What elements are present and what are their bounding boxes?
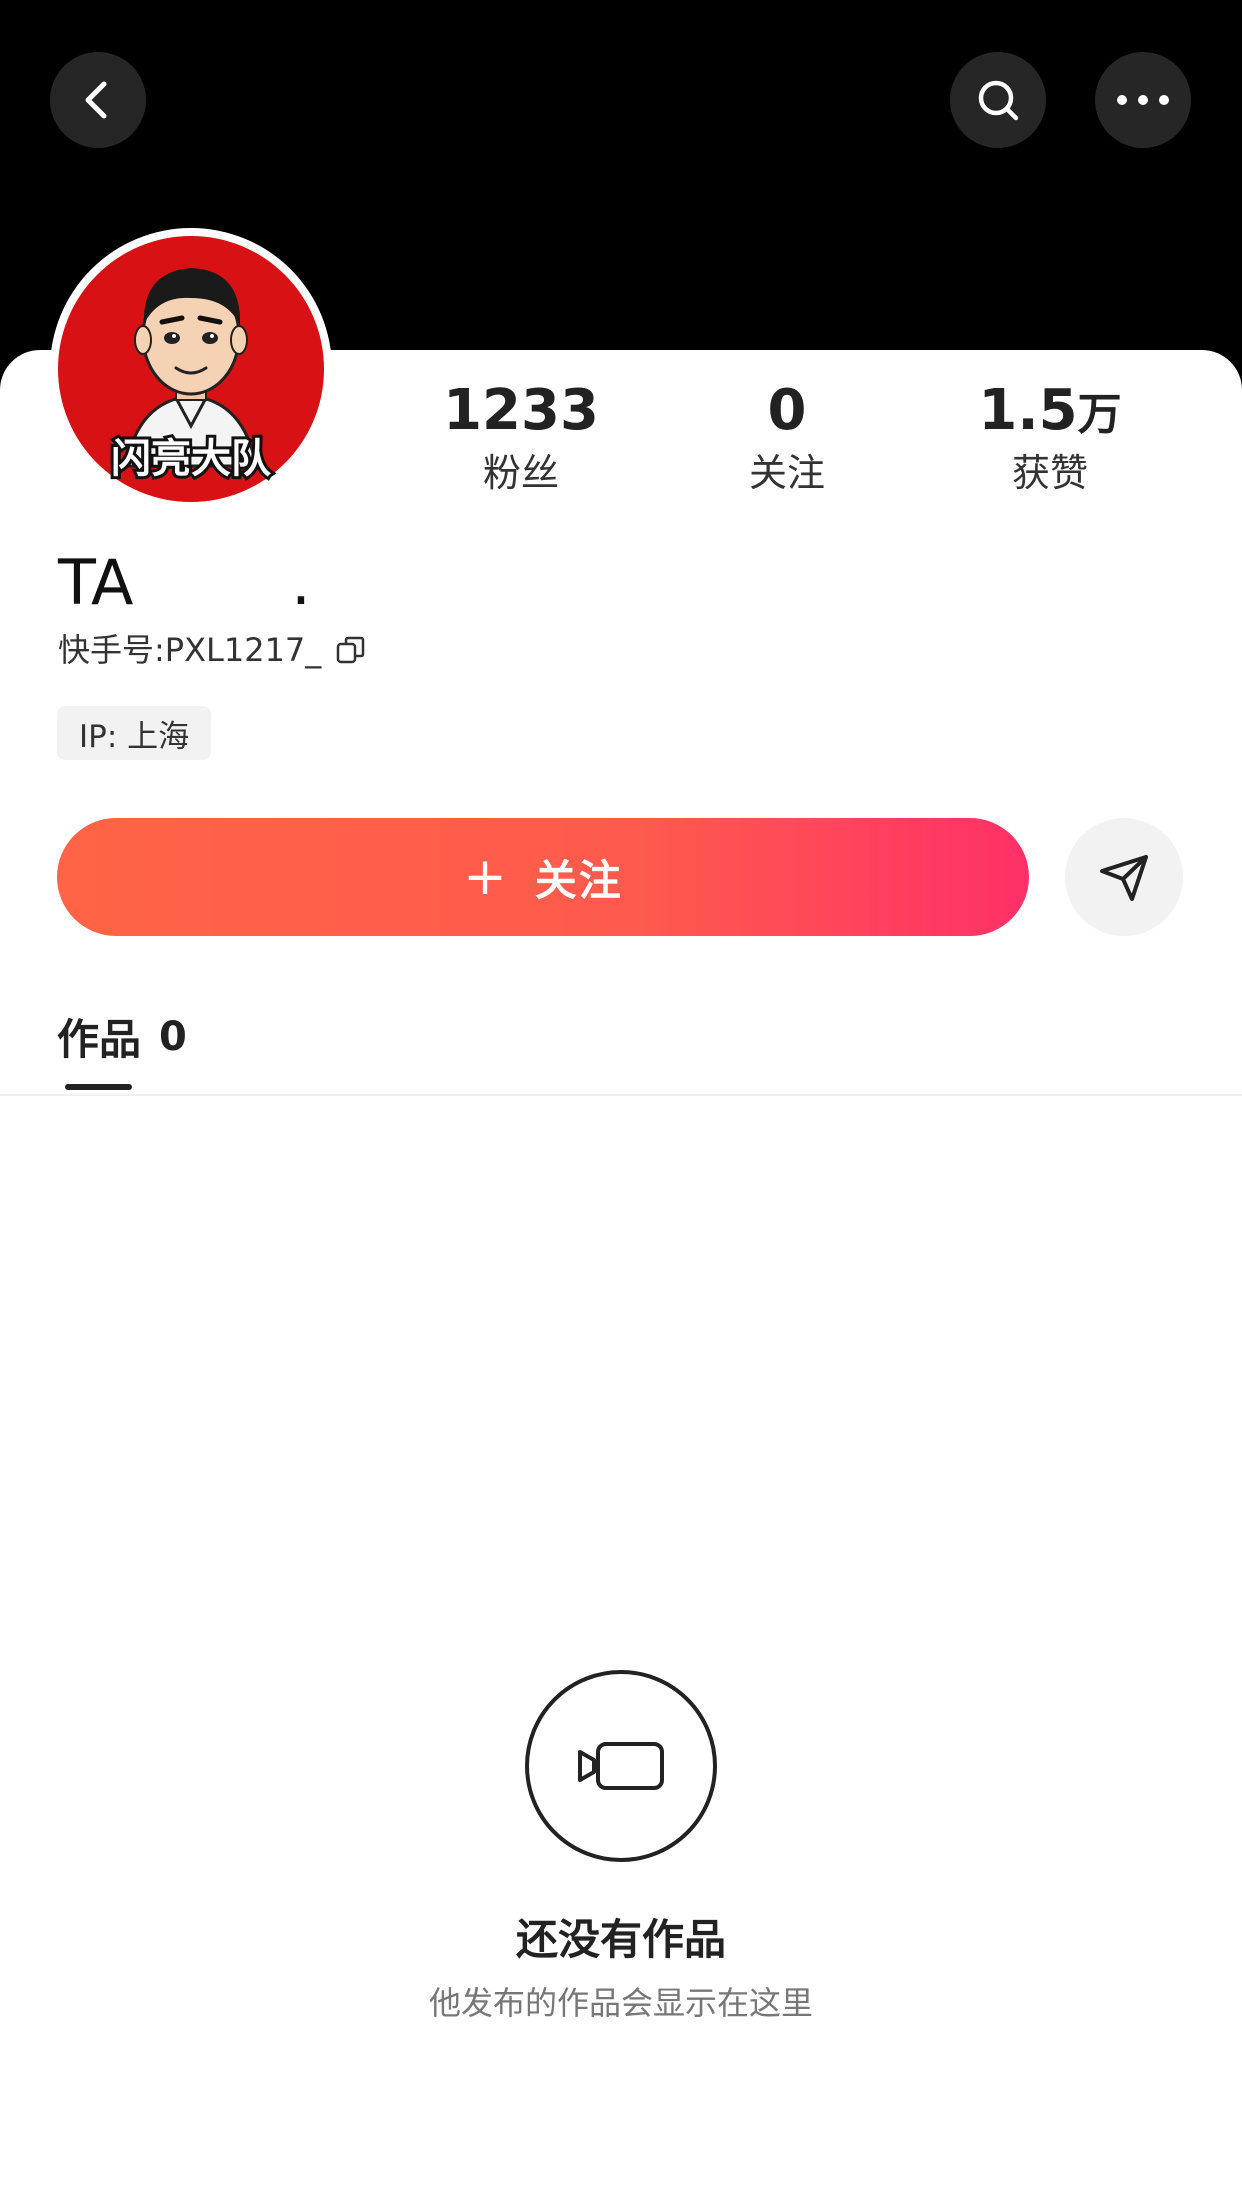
stat-likes-label: 获赞 [1011,451,1088,495]
user-id-value: PXL1217_ [164,631,322,669]
stat-likes-value: 1.5万 [978,378,1122,443]
profile-page: 闪亮大队 1233 粉丝 0 关注 1.5万 获赞 TA . 快手号: PXL1… [0,0,1242,2208]
stat-following-value: 0 [767,378,807,443]
video-camera-icon [578,1742,664,1790]
user-id-label: 快手号: [58,631,165,669]
tab-works-label: 作品 [57,1015,142,1064]
empty-state-subtitle: 他发布的作品会显示在这里 [428,1984,813,2022]
follow-button-label: 关注 [534,855,623,905]
avatar-image: 闪亮大队 [58,236,324,502]
ip-location-tag: IP: 上海 [57,706,212,760]
stat-following[interactable]: 0 关注 [677,378,897,498]
tab-works[interactable]: 作品 0 [57,1006,187,1067]
search-icon [978,80,1019,121]
send-icon [1100,855,1148,901]
stat-fans[interactable]: 1233 粉丝 [411,378,631,498]
search-button[interactable] [950,52,1046,148]
tab-active-indicator [65,1084,132,1090]
share-button[interactable] [1065,818,1183,936]
stat-fans-label: 粉丝 [482,451,559,495]
follow-button[interactable]: + 关注 [57,818,1029,936]
tab-works-count: 0 [159,1013,187,1060]
more-button[interactable] [1095,52,1191,148]
svg-text:闪亮大队: 闪亮大队 [111,436,272,482]
back-button[interactable] [50,52,146,148]
avatar[interactable]: 闪亮大队 [50,228,332,510]
empty-state-icon-circle [525,1670,717,1862]
stat-likes[interactable]: 1.5万 获赞 [940,378,1160,498]
user-id-row: 快手号: PXL1217_ [58,630,367,670]
plus-icon: + [463,847,507,907]
stat-following-label: 关注 [748,451,825,495]
more-horizontal-icon [1117,95,1169,105]
stat-fans-value: 1233 [443,378,599,443]
tab-divider [0,1094,1242,1096]
empty-state-title: 还没有作品 [515,1915,726,1964]
copy-icon[interactable] [335,634,367,666]
chevron-left-icon [85,81,107,119]
profile-name: TA . [58,546,311,619]
